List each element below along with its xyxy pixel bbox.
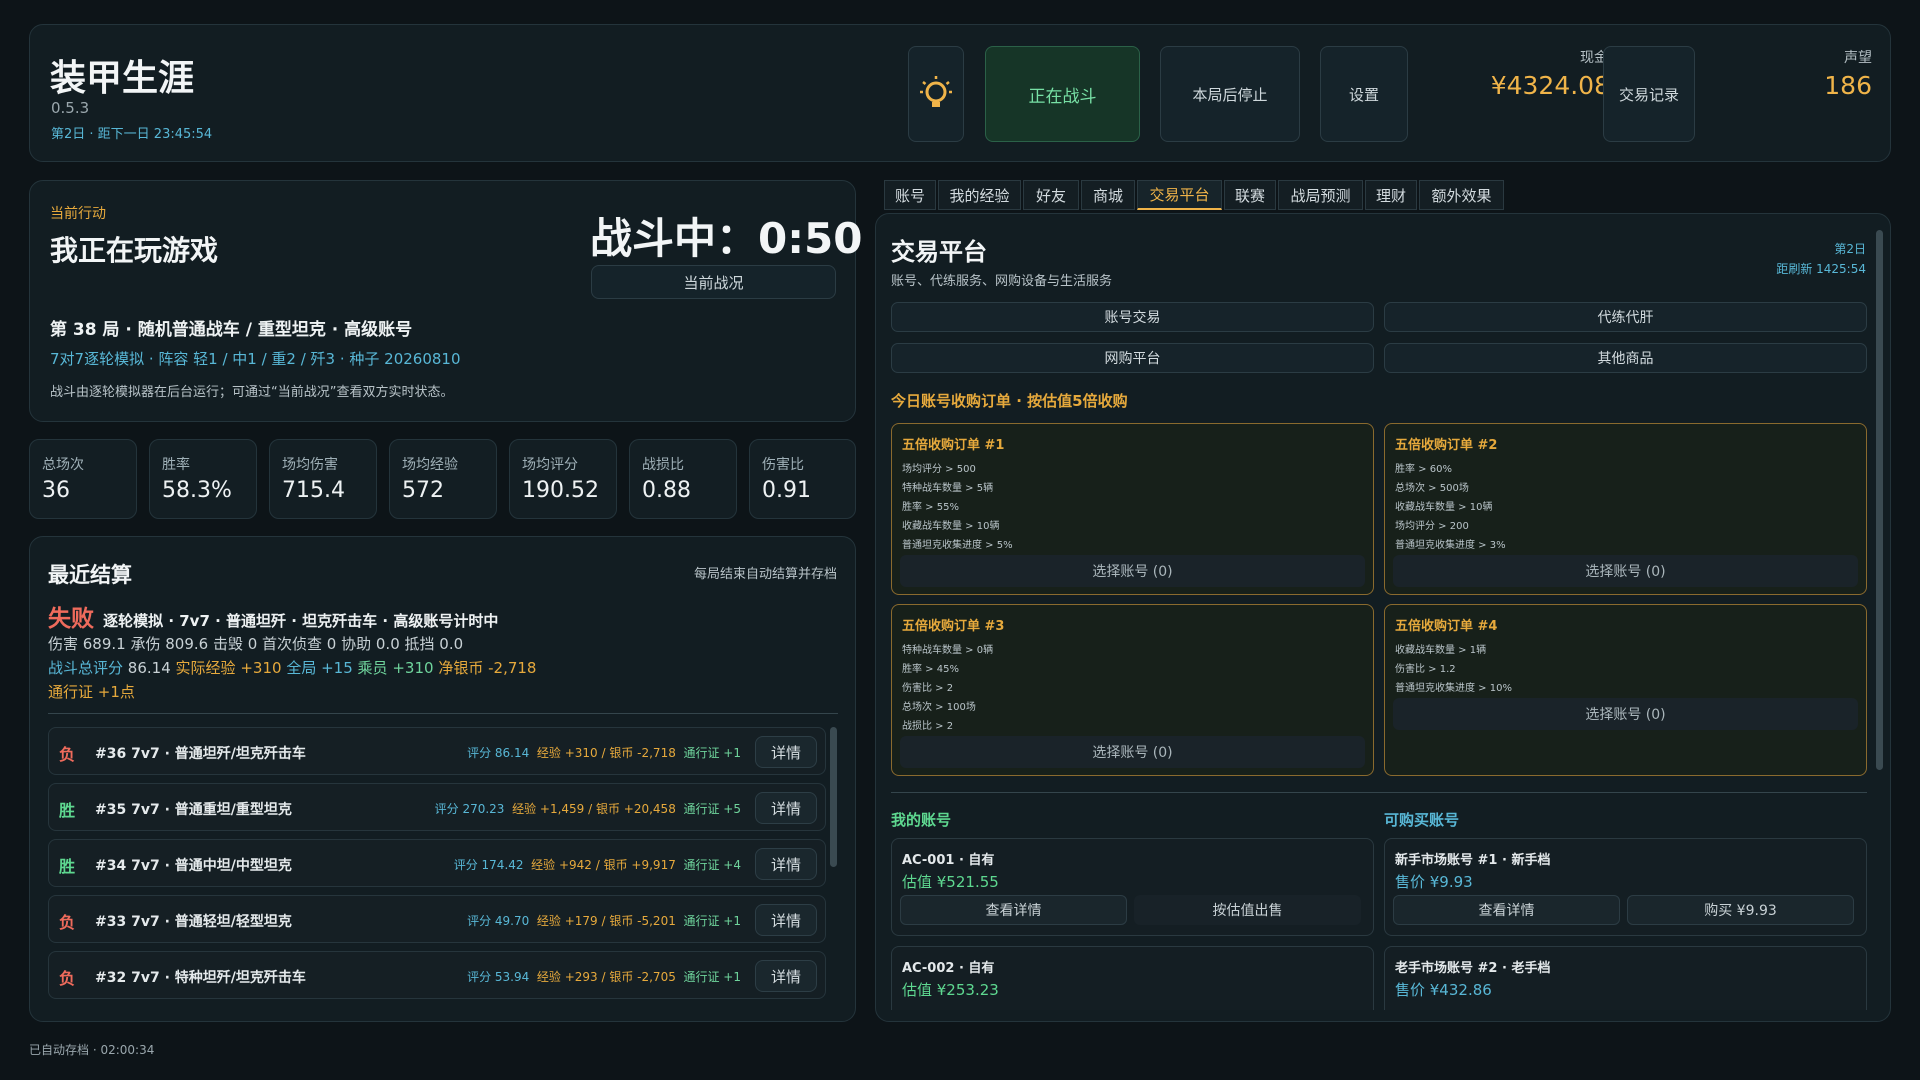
result-row: 胜 #35 7v7 · 普通重坦/重型坦克 评分 270.23 经验 +1,45…	[48, 783, 826, 831]
recent-title: 最近结算	[48, 563, 132, 587]
stat-damage-ratio: 伤害比 0.91	[749, 439, 856, 519]
category-boosting[interactable]: 代练代肝	[1384, 302, 1867, 332]
my-account-card: AC-002 · 自有 估值 ¥253.23	[891, 946, 1374, 1010]
recent-hint: 每局结束自动结算并存档	[693, 567, 837, 582]
last-result-stats: 伤害 689.1 承伤 809.6 击毁 0 首次侦查 0 协助 0.0 抵挡 …	[48, 635, 464, 653]
last-result: 失败	[48, 606, 94, 632]
tab-shop[interactable]: 商城	[1081, 180, 1135, 210]
last-result-rewards: 战斗总评分 86.14 实际经验 +310 全局 +15 乘员 +310 净银币…	[48, 659, 537, 677]
tab-battle-forecast[interactable]: 战局预测	[1278, 180, 1363, 210]
recent-results-panel: 最近结算 每局结束自动结算并存档 失败 逐轮模拟 · 7v7 · 普通坦歼 · …	[29, 536, 856, 1022]
orders-title: 今日账号收购订单 · 按估值5倍收购	[891, 392, 1128, 410]
action-label: 当前行动	[50, 206, 106, 222]
scrollbar[interactable]	[830, 727, 837, 867]
purchase-order-1: 五倍收购订单 #1 场均评分 > 500 特种战车数量 > 5辆 胜率 > 55…	[891, 423, 1374, 595]
day-countdown: 第2日 · 距下一日 23:45:54	[51, 127, 213, 142]
market-day: 第2日	[1834, 242, 1866, 256]
stat-total-matches: 总场次 36	[29, 439, 137, 519]
fighting-button[interactable]: 正在战斗	[985, 46, 1140, 142]
divider	[48, 713, 838, 714]
tab-finance[interactable]: 理财	[1365, 180, 1417, 210]
result-row: 负 #36 7v7 · 普通坦歼/坦克歼击车 评分 86.14 经验 +310 …	[48, 727, 826, 775]
buy-account-card: 老手市场账号 #2 · 老手档 售价 ¥432.86	[1384, 946, 1867, 1010]
tab-friends[interactable]: 好友	[1023, 180, 1079, 210]
tab-league[interactable]: 联赛	[1224, 180, 1276, 210]
last-result-line: 失败 逐轮模拟 · 7v7 · 普通坦歼 · 坦克歼击车 · 高级账号计时中	[48, 599, 498, 633]
my-accounts-title: 我的账号	[891, 811, 952, 829]
match-line: 第 38 局 · 随机普通战车 / 重型坦克 · 高级账号	[50, 320, 413, 340]
detail-button[interactable]: 详情	[755, 904, 817, 936]
autosave-status: 已自动存档 · 02:00:34	[29, 1043, 155, 1057]
cash-value: ¥4324.08	[1490, 71, 1610, 100]
pass-reward: 通行证 +1点	[48, 683, 135, 701]
lightbulb-icon	[920, 76, 952, 107]
buy-accounts-title: 可购买账号	[1384, 811, 1460, 829]
stat-avg-score: 场均评分 190.52	[509, 439, 617, 519]
detail-button[interactable]: 详情	[755, 960, 817, 992]
market-title: 交易平台	[891, 238, 987, 266]
category-account-trade[interactable]: 账号交易	[891, 302, 1374, 332]
action-title: 我正在玩游戏	[50, 234, 219, 267]
category-online-shop[interactable]: 网购平台	[891, 343, 1374, 373]
settings-button[interactable]: 设置	[1320, 46, 1408, 142]
last-result-desc: 逐轮模拟 · 7v7 · 普通坦歼 · 坦克歼击车 · 高级账号计时中	[103, 612, 499, 630]
divider	[891, 792, 1867, 793]
current-action-panel: 当前行动 我正在玩游戏 战斗中：0:50 当前战况 第 38 局 · 随机普通战…	[29, 180, 862, 422]
stat-avg-damage: 场均伤害 715.4	[269, 439, 377, 519]
result-row: 负 #33 7v7 · 普通轻坦/轻型坦克 评分 49.70 经验 +179 /…	[48, 895, 826, 943]
app-title: 装甲生涯	[50, 58, 195, 99]
hint-button[interactable]	[908, 46, 964, 142]
select-account-button[interactable]: 选择账号 (0)	[1393, 555, 1858, 587]
trade-log-button[interactable]: 交易记录	[1603, 46, 1695, 142]
select-account-button[interactable]: 选择账号 (0)	[900, 736, 1365, 768]
tab-trade-platform[interactable]: 交易平台	[1137, 180, 1222, 210]
fame-value: 186	[1824, 71, 1872, 100]
stop-after-button[interactable]: 本局后停止	[1160, 46, 1300, 142]
app-version: 0.5.3	[51, 99, 90, 117]
tab-my-exp[interactable]: 我的经验	[938, 180, 1021, 210]
fame-label: 声望	[1844, 50, 1872, 66]
cash-label: 现金	[1580, 50, 1608, 66]
detail-button[interactable]: 详情	[755, 736, 817, 768]
my-account-card: AC-001 · 自有 估值 ¥521.55 查看详情 按估值出售	[891, 838, 1374, 936]
scrollbar[interactable]	[1876, 230, 1883, 770]
battle-status-button[interactable]: 当前战况	[591, 265, 836, 299]
market-subtitle: 账号、代练服务、网购设备与生活服务	[891, 274, 1113, 289]
market-refresh-timer: 距刷新 1425:54	[1776, 262, 1866, 276]
purchase-order-3: 五倍收购订单 #3 特种战车数量 > 0辆 胜率 > 45% 伤害比 > 2 总…	[891, 604, 1374, 776]
view-details-button[interactable]: 查看详情	[1393, 895, 1620, 925]
sell-account-button[interactable]: 按估值出售	[1134, 895, 1361, 925]
view-details-button[interactable]: 查看详情	[900, 895, 1127, 925]
tab-account[interactable]: 账号	[884, 180, 936, 210]
select-account-button[interactable]: 选择账号 (0)	[900, 555, 1365, 587]
category-other-goods[interactable]: 其他商品	[1384, 343, 1867, 373]
buy-account-card: 新手市场账号 #1 · 新手档 售价 ¥9.93 查看详情 购买 ¥9.93	[1384, 838, 1867, 936]
detail-button[interactable]: 详情	[755, 848, 817, 880]
purchase-order-2: 五倍收购订单 #2 胜率 > 60% 总场次 > 500场 收藏战车数量 > 1…	[1384, 423, 1867, 595]
result-row: 负 #32 7v7 · 特种坦歼/坦克歼击车 评分 53.94 经验 +293 …	[48, 951, 826, 999]
stat-win-rate: 胜率 58.3%	[149, 439, 257, 519]
battle-status: 战斗中：0:50	[590, 214, 863, 263]
stat-kd-ratio: 战损比 0.88	[629, 439, 737, 519]
top-header: 装甲生涯 0.5.3 第2日 · 距下一日 23:45:54 正在战斗 本局后停…	[29, 24, 1891, 162]
trade-platform-panel: 交易平台 账号、代练服务、网购设备与生活服务 第2日 距刷新 1425:54 账…	[875, 213, 1891, 1022]
action-note: 战斗由逐轮模拟器在后台运行；可通过“当前战况”查看双方实时状态。	[50, 385, 454, 400]
detail-button[interactable]: 详情	[755, 792, 817, 824]
select-account-button[interactable]: 选择账号 (0)	[1393, 698, 1858, 730]
result-row: 胜 #34 7v7 · 普通中坦/中型坦克 评分 174.42 经验 +942 …	[48, 839, 826, 887]
stat-avg-exp: 场均经验 572	[389, 439, 497, 519]
match-detail: 7对7逐轮模拟 · 阵容 轻1 / 中1 / 重2 / 歼3 · 种子 2026…	[50, 350, 461, 368]
purchase-order-4: 五倍收购订单 #4 收藏战车数量 > 1辆 伤害比 > 1.2 普通坦克收集进度…	[1384, 604, 1867, 776]
buy-account-button[interactable]: 购买 ¥9.93	[1627, 895, 1854, 925]
tab-extra-effects[interactable]: 额外效果	[1419, 180, 1504, 210]
